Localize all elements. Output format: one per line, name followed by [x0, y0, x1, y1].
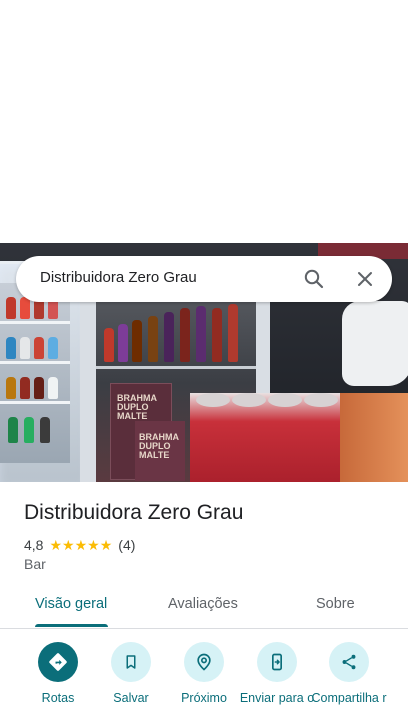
- tab-bar: Visão geral Avaliações Sobre: [0, 584, 408, 629]
- photo-plastic-bag: [342, 301, 408, 386]
- close-icon[interactable]: [353, 267, 377, 291]
- directions-icon: [38, 642, 78, 682]
- tab-reviews[interactable]: Avaliações: [168, 596, 238, 612]
- search-icon[interactable]: [302, 267, 326, 291]
- star-icon: ★: [74, 537, 88, 553]
- directions-label: Rotas: [41, 691, 75, 705]
- send-to-phone-button[interactable]: Enviar para o: [237, 642, 317, 705]
- share-icon: [329, 642, 369, 682]
- photo-fridge-left-glass: [0, 283, 70, 463]
- directions-button[interactable]: Rotas: [18, 642, 98, 705]
- rating-row[interactable]: 4,8 ★ ★ ★ ★ ★ (4): [24, 536, 135, 554]
- review-count[interactable]: (4): [118, 537, 135, 553]
- place-title: Distribuidora Zero Grau: [24, 501, 244, 524]
- rating-stars: ★ ★ ★ ★ ★: [49, 538, 112, 552]
- active-tab-indicator: [35, 624, 108, 627]
- star-icon: ★: [49, 537, 63, 553]
- search-bar[interactable]: Distribuidora Zero Grau: [16, 256, 392, 302]
- bookmark-icon: [111, 642, 151, 682]
- map-area-blank: [0, 0, 408, 243]
- share-button[interactable]: Compartilha r: [309, 642, 389, 705]
- photo-red-cans: [190, 393, 350, 482]
- send-to-phone-label: Enviar para o: [239, 691, 315, 705]
- tab-about[interactable]: Sobre: [316, 596, 355, 612]
- save-button[interactable]: Salvar: [91, 642, 171, 705]
- photo-orange-cans: [340, 393, 408, 482]
- place-category: Bar: [24, 556, 46, 572]
- share-label: Compartilha r: [311, 691, 387, 705]
- nearby-icon: [184, 642, 224, 682]
- star-icon: ★: [62, 537, 75, 553]
- nearby-label: Próximo: [181, 691, 227, 705]
- search-input[interactable]: Distribuidora Zero Grau: [40, 269, 197, 286]
- photo-case-text: BRAHMA DUPLO MALTE: [117, 393, 157, 421]
- photo-case-text-2: BRAHMA DUPLO MALTE: [139, 432, 179, 460]
- photo-beer-case-2: BRAHMA DUPLO MALTE: [135, 421, 185, 481]
- tab-overview[interactable]: Visão geral: [35, 596, 107, 612]
- star-icon: ★: [87, 537, 100, 553]
- send-to-phone-icon: [257, 642, 297, 682]
- star-icon: ★: [99, 537, 113, 553]
- save-label: Salvar: [113, 691, 149, 705]
- rating-value: 4,8: [24, 537, 44, 553]
- nearby-button[interactable]: Próximo: [164, 642, 244, 705]
